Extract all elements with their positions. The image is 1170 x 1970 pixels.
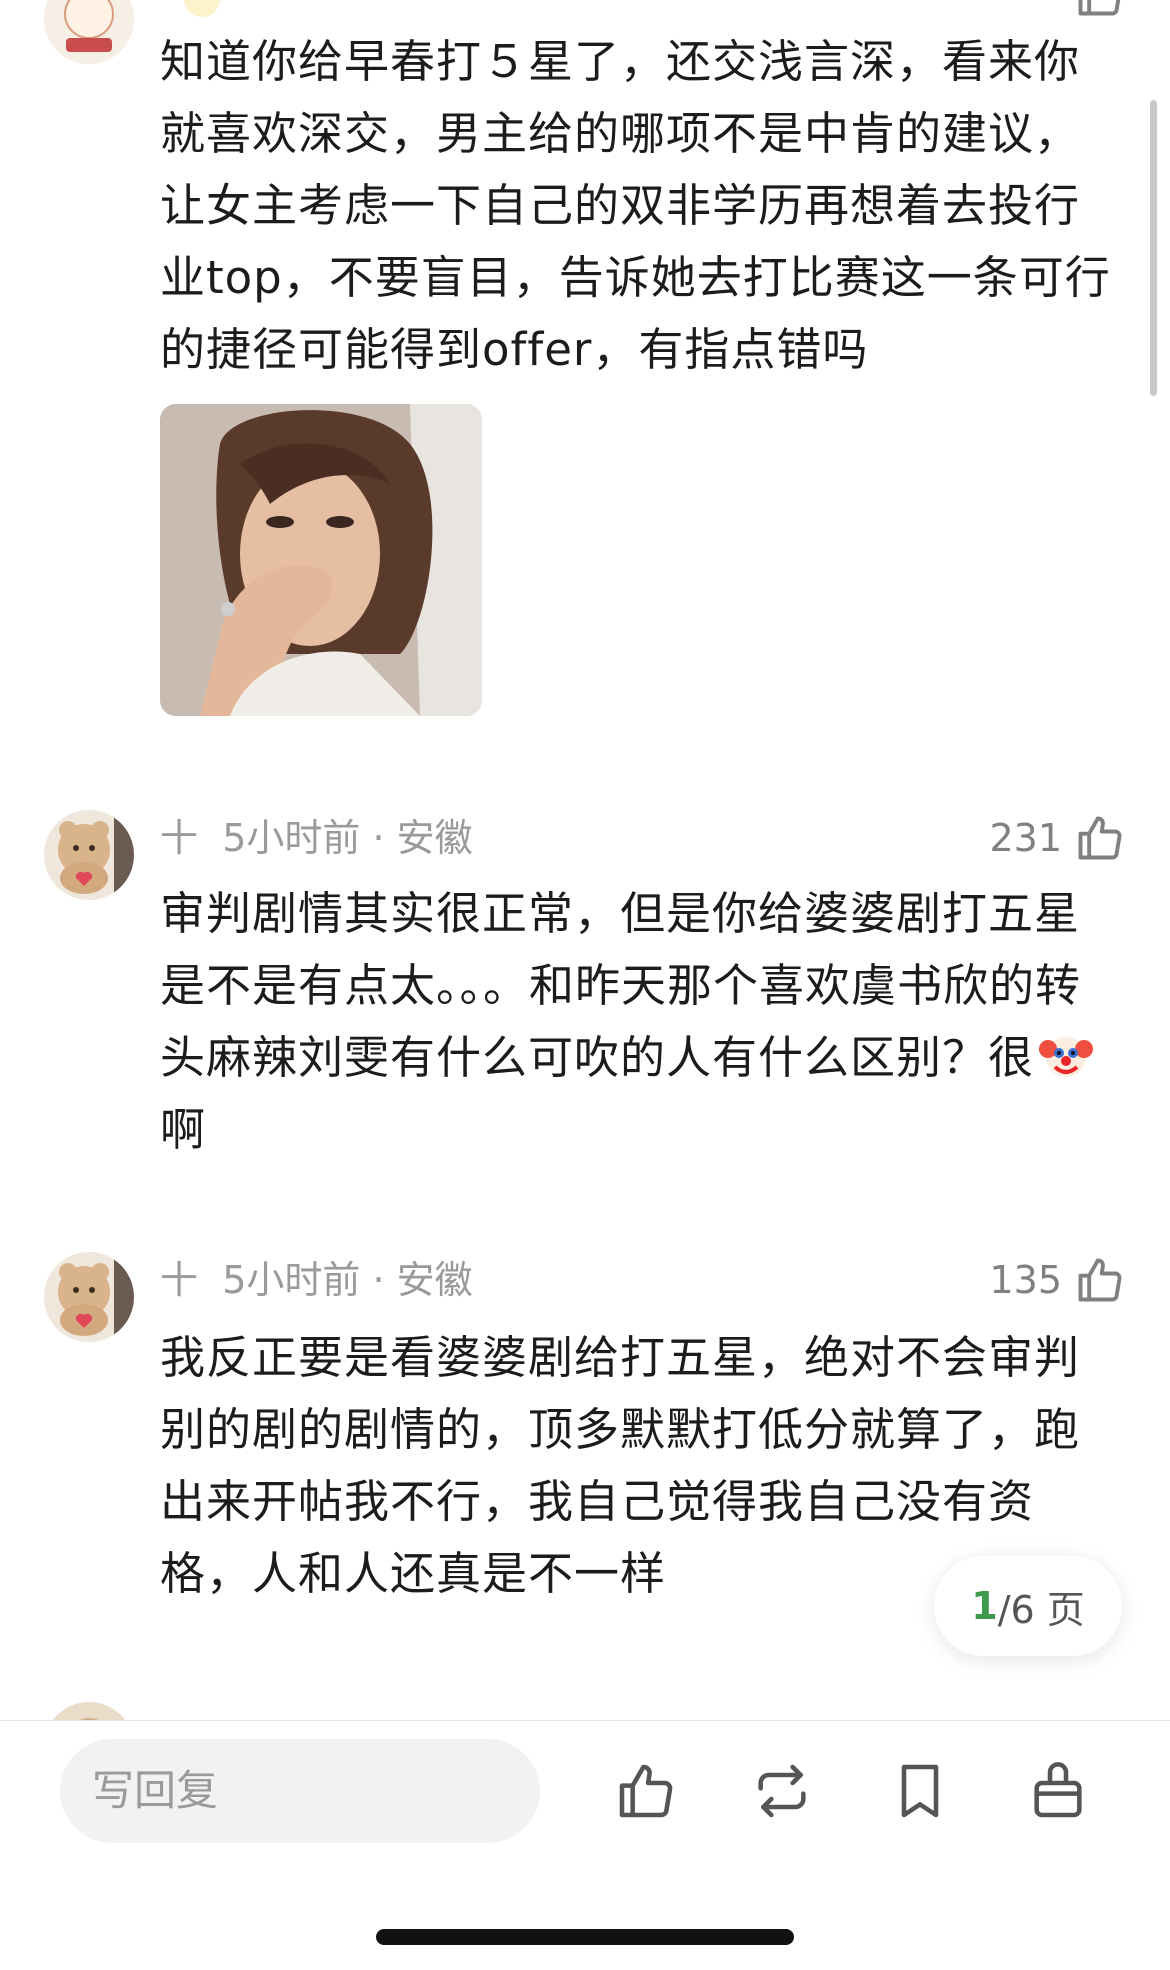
reply-input[interactable]: 写回复 <box>60 1739 540 1843</box>
comment-image[interactable] <box>160 404 482 716</box>
like-count: 135 <box>989 1258 1062 1302</box>
total-pages: /6 页 <box>997 1587 1085 1632</box>
bookmark-icon[interactable] <box>888 1759 952 1823</box>
user-avatar[interactable] <box>44 0 134 64</box>
current-page: 1 <box>971 1584 998 1628</box>
comment-location: 安徽 <box>396 1258 473 1302</box>
like-button[interactable] <box>1074 0 1126 24</box>
comment-time: 5小时前 <box>222 1258 361 1302</box>
comment-text-part: 审判剧情其实很正常，但是你给婆婆剧打五星是不是有点太。。。和昨天那个喜欢虞书欣的… <box>160 887 1082 1084</box>
comment-feed[interactable]: · 知道你给早春打５星了，还交浅言深，看来你就喜欢深交，男主给的哪项不是中肯的建… <box>0 0 1170 1720</box>
comment-meta: 十 5小时前 · 安徽 <box>160 816 473 860</box>
author-name[interactable]: · <box>160 0 172 16</box>
user-avatar[interactable] <box>44 1252 134 1342</box>
author-name[interactable]: 十 <box>160 816 198 860</box>
thumbs-up-icon <box>1078 0 1121 16</box>
clown-face-emoji <box>1038 1027 1094 1083</box>
bottom-action-bar: 写回复 <box>0 1720 1170 1970</box>
thumbs-up-icon <box>1078 816 1122 860</box>
fan-badge <box>184 0 221 17</box>
comment-text: 审判剧情其实很正常，但是你给婆婆剧打五星是不是有点太。。。和昨天那个喜欢虞书欣的… <box>160 878 1120 1166</box>
gift-icon[interactable] <box>1026 1759 1090 1823</box>
comment-text: 知道你给早春打５星了，还交浅言深，看来你就喜欢深交，男主给的哪项不是中肯的建议，… <box>160 35 1111 376</box>
like-count: 231 <box>989 816 1062 860</box>
thumbs-up-icon <box>1078 1258 1122 1302</box>
repost-icon[interactable] <box>750 1759 814 1823</box>
comment-time: 5小时前 <box>222 816 361 860</box>
comment-text-part: 啊 <box>160 1103 207 1156</box>
comment-location: 安徽 <box>396 816 473 860</box>
thumbs-up-icon[interactable] <box>614 1759 678 1823</box>
author-name[interactable]: 十 <box>160 1258 198 1302</box>
like-button[interactable]: 231 <box>989 808 1126 868</box>
comment-meta: 十 5小时前 · 安徽 <box>160 1258 473 1302</box>
scroll-indicator[interactable] <box>1150 100 1157 396</box>
like-button[interactable]: 135 <box>989 1250 1126 1310</box>
user-avatar[interactable] <box>44 810 134 900</box>
comment-meta: · <box>160 0 221 24</box>
home-indicator <box>376 1929 794 1945</box>
user-avatar[interactable] <box>44 1702 134 1720</box>
page-indicator[interactable]: 1/6 页 <box>934 1556 1122 1656</box>
